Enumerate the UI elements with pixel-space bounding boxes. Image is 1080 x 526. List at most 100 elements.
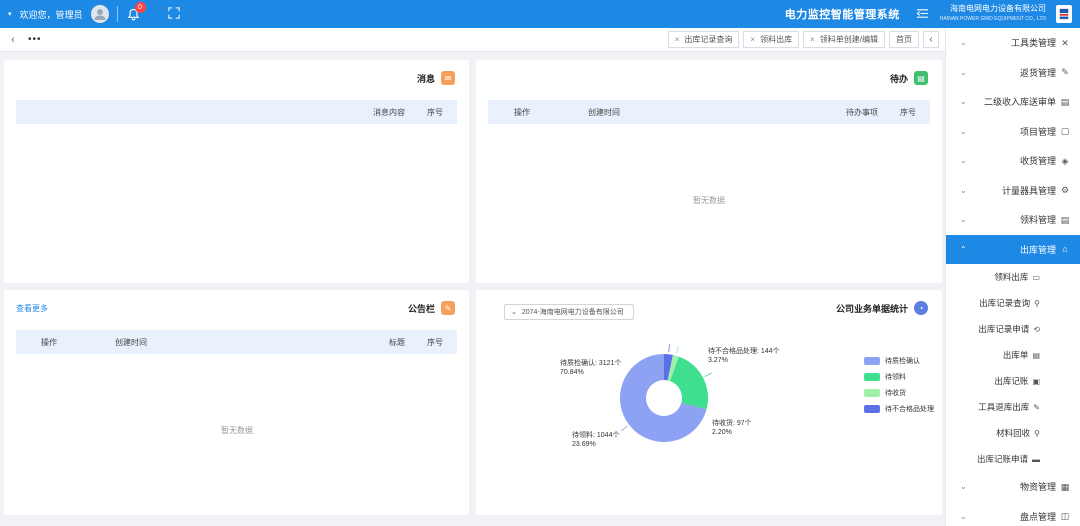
notification-bell-icon[interactable]: 0 bbox=[126, 2, 146, 22]
slice-leader-line bbox=[676, 345, 680, 354]
legend-label: 待质检确认 bbox=[885, 358, 920, 365]
tabs-more-button[interactable]: ••• bbox=[28, 34, 42, 45]
sidebar-subitem-6[interactable]: 材料回收 ⚲ bbox=[946, 420, 1080, 446]
slice-leader-line bbox=[620, 425, 628, 432]
message-table-header: 序号 消息内容 bbox=[16, 100, 457, 124]
sidebar-item-5[interactable]: ⌄ 计量器具管理 ⚙ bbox=[946, 176, 1080, 206]
sidebar-subitem-1[interactable]: 出库记录查询 ⚲ bbox=[946, 290, 1080, 316]
tab-outbound-record-query[interactable]: × 出库记录查询 bbox=[667, 31, 740, 48]
legend-item[interactable]: 待收货 bbox=[864, 388, 934, 398]
legend-label: 待不合格品处理 bbox=[885, 406, 934, 413]
chevron-down-icon[interactable]: ⌄ bbox=[960, 215, 967, 224]
chevron-down-icon[interactable]: ⌄ bbox=[960, 156, 967, 165]
dropdown-caret-icon[interactable]: ▾ bbox=[8, 10, 12, 18]
chevron-down-icon[interactable]: ⌄ bbox=[960, 186, 967, 195]
sidebar-subitem-label: 工具退库出库 bbox=[978, 402, 1030, 412]
col-op: 操作 bbox=[41, 337, 57, 347]
message-panel-title: 消息 bbox=[416, 73, 435, 84]
slice-data-label: 70.84% bbox=[560, 369, 584, 376]
sidebar-item-4[interactable]: ⌄ 收货管理 ◈ bbox=[946, 146, 1080, 176]
tab-strip: ‹ ••• × 出库记录查询 × 领料出库 × 领料单创建/编辑 首页 ‹ bbox=[0, 28, 945, 52]
col-content: 消息内容 bbox=[373, 107, 405, 117]
chart-legend: 待质检确认待领料待收货待不合格品处理 bbox=[864, 356, 934, 414]
close-icon[interactable]: × bbox=[750, 35, 755, 44]
col-no: 序号 bbox=[427, 337, 443, 347]
menu-icon: ▤ bbox=[1060, 96, 1070, 107]
todo-panel-header: 待办 ▤ bbox=[476, 60, 942, 96]
legend-swatch bbox=[864, 389, 880, 397]
menu-icon: ◫ bbox=[1060, 511, 1070, 522]
tab-home[interactable]: 首页 bbox=[889, 31, 919, 48]
chevron-down-icon[interactable]: ⌄ bbox=[960, 68, 967, 77]
menu-icon: ▢ bbox=[1060, 126, 1070, 137]
tabs-scroll-right-icon[interactable]: ‹ bbox=[923, 31, 939, 48]
submenu-icon: ✎ bbox=[1033, 402, 1040, 412]
sidebar-item-7[interactable]: ⌃ 出库管理 ⌂ bbox=[946, 234, 1080, 264]
legend-item[interactable]: 待质检确认 bbox=[864, 356, 934, 366]
menu-icon: ◈ bbox=[1061, 155, 1069, 166]
sidebar-item-label-group: 项目管理 ▢ bbox=[1020, 125, 1070, 138]
slice-data-label: 待不合格品处理: 144个 bbox=[708, 346, 780, 355]
sidebar-item-2[interactable]: ⌄ 二级收入库送审单 ▤ bbox=[946, 87, 1080, 117]
sidebar-subitem-label: 材料回收 bbox=[996, 428, 1031, 438]
legend-item[interactable]: 待领料 bbox=[864, 372, 934, 382]
menu-icon: ⌂ bbox=[1062, 244, 1068, 255]
sidebar-subitem-3[interactable]: 出库单 ▤ bbox=[946, 342, 1080, 368]
chevron-down-icon[interactable]: ⌄ bbox=[960, 97, 967, 106]
chevron-down-icon[interactable]: ⌄ bbox=[960, 38, 967, 47]
submenu-icon: ⟲ bbox=[1033, 324, 1040, 334]
sidebar-subitem-0[interactable]: 领料出库 ▭ bbox=[946, 264, 1080, 290]
menu-icon: ▤ bbox=[1060, 214, 1070, 225]
submenu-icon: ⚲ bbox=[1034, 428, 1040, 438]
company-select[interactable]: ⌄ 2074-海南电网电力设备有限公司 bbox=[504, 304, 634, 320]
system-title: 电力监控智能管理系统 bbox=[784, 9, 900, 21]
legend-item[interactable]: 待不合格品处理 bbox=[864, 404, 934, 414]
sidebar-item-bottom-1[interactable]: ⌄ 盘点管理 ◫ bbox=[946, 502, 1080, 526]
sidebar-item-label-group: 二级收入库送审单 ▤ bbox=[984, 95, 1070, 108]
slice-data-label: 待领料: 1044个 bbox=[572, 430, 619, 439]
sidebar-item-label-group: 领料管理 ▤ bbox=[1020, 213, 1070, 226]
sidebar-subitem-label: 出库记录查询 bbox=[979, 298, 1031, 308]
sidebar-item-3[interactable]: ⌄ 项目管理 ▢ bbox=[946, 117, 1080, 147]
menu-icon: ▦ bbox=[1060, 481, 1070, 492]
col-time: 创建时间 bbox=[115, 337, 147, 347]
tab-requisition-edit[interactable]: × 领料单创建/编辑 bbox=[803, 31, 885, 48]
company-name: 海南电网电力设备有限公司 HAINAN POWER GRID EQUIPMENT… bbox=[939, 4, 1046, 22]
sidebar-item-label-group: 盘点管理 ◫ bbox=[1020, 510, 1070, 523]
menu-fold-icon[interactable] bbox=[916, 7, 930, 21]
sidebar-subitem-7[interactable]: 出库记账申请 ▬ bbox=[946, 446, 1080, 472]
col-no: 序号 bbox=[427, 107, 443, 117]
fullscreen-icon[interactable] bbox=[167, 7, 182, 21]
notice-empty-text: 暂无数据 bbox=[221, 426, 253, 435]
tab-material-outbound[interactable]: × 领料出库 bbox=[743, 31, 800, 48]
tabs-scroll-left-icon[interactable]: ‹ bbox=[6, 33, 20, 47]
chevron-down-icon[interactable]: ⌄ bbox=[960, 127, 967, 136]
notification-badge: 0 bbox=[134, 2, 146, 13]
sidebar-item-label-group: 返货管理 ✎ bbox=[1020, 66, 1070, 79]
submenu-icon: ⚲ bbox=[1034, 298, 1040, 308]
sidebar-item-1[interactable]: ⌄ 返货管理 ✎ bbox=[946, 58, 1080, 88]
user-name[interactable]: 欢迎您，管理员 bbox=[20, 8, 83, 21]
sidebar-item-bottom-0[interactable]: ⌄ 物资管理 ▦ bbox=[946, 472, 1080, 502]
sidebar-item-label: 计量器具管理 bbox=[1001, 185, 1056, 196]
view-more-link[interactable]: 查看更多 bbox=[16, 303, 48, 314]
sidebar-item-label: 领料管理 bbox=[1019, 215, 1056, 226]
sidebar-item-label: 收货管理 bbox=[1019, 156, 1056, 167]
sidebar-subitem-2[interactable]: 出库记录申请 ⟲ bbox=[946, 316, 1080, 342]
sidebar-subitem-5[interactable]: 工具退库出库 ✎ bbox=[946, 394, 1080, 420]
close-icon[interactable]: × bbox=[675, 35, 680, 44]
company-logo-icon bbox=[1056, 5, 1072, 23]
chevron-down-icon[interactable]: ⌄ bbox=[960, 512, 967, 521]
sidebar-item-0[interactable]: ⌄ 工具类管理 ✕ bbox=[946, 28, 1080, 58]
sidebar-item-6[interactable]: ⌄ 领料管理 ▤ bbox=[946, 205, 1080, 235]
sidebar-subitem-label: 出库记账 bbox=[994, 376, 1029, 386]
legend-swatch bbox=[864, 357, 880, 365]
sidebar-subitem-4[interactable]: 出库记账 ▣ bbox=[946, 368, 1080, 394]
chevron-up-icon[interactable]: ⌃ bbox=[960, 245, 967, 254]
todo-panel-title: 待办 bbox=[889, 73, 908, 84]
close-icon[interactable]: × bbox=[810, 35, 815, 44]
sidebar-item-label: 出库管理 bbox=[1019, 244, 1056, 255]
avatar[interactable] bbox=[90, 5, 109, 23]
chevron-down-icon[interactable]: ⌄ bbox=[960, 482, 967, 491]
menu-icon: ✕ bbox=[1061, 37, 1069, 48]
